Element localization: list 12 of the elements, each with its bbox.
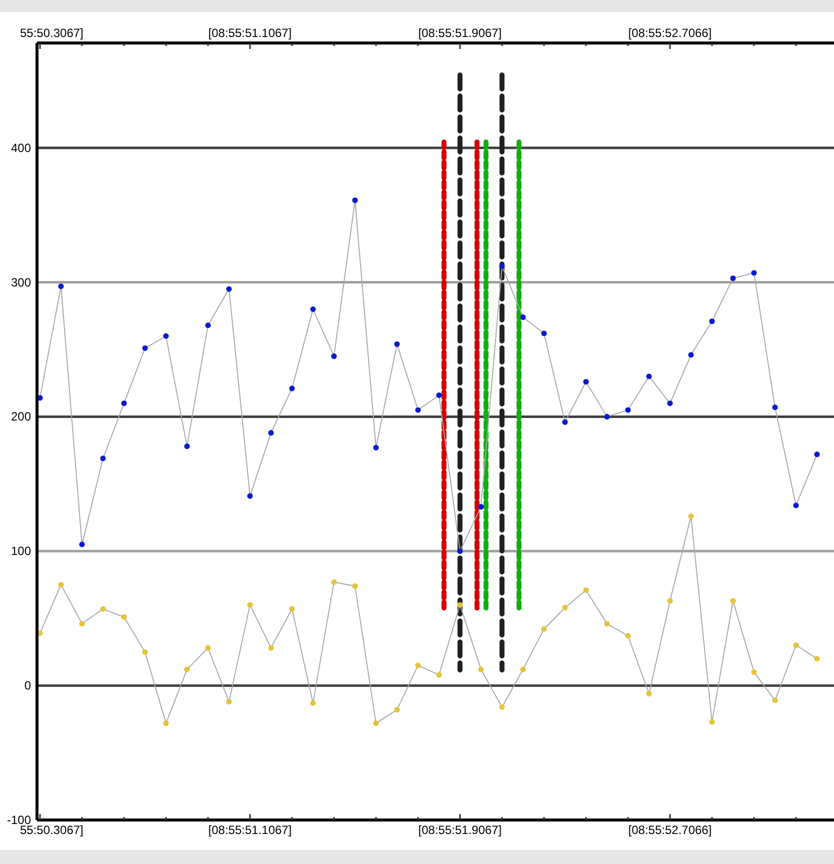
x-tick-label: [08:55:52.7066]	[628, 26, 712, 40]
x-tick-label: [08:55:51.9067]	[418, 26, 502, 40]
y-tick-label: 400	[10, 140, 31, 155]
y-tick-label: 0	[24, 678, 31, 693]
x-tick-label: [08:55:51.1067]	[208, 26, 292, 40]
x-tick-label: [08:55:52.7066]	[628, 823, 712, 837]
y-tick-label: 200	[10, 410, 31, 424]
x-tick-label: [08:55:51.1067]	[208, 823, 292, 837]
y-tick-label: 300	[10, 275, 31, 290]
x-tick-label: 55:50.3067]	[20, 26, 84, 40]
y-tick-label: 100	[10, 544, 31, 558]
x-tick-label: [08:55:51.9067]	[418, 823, 502, 837]
